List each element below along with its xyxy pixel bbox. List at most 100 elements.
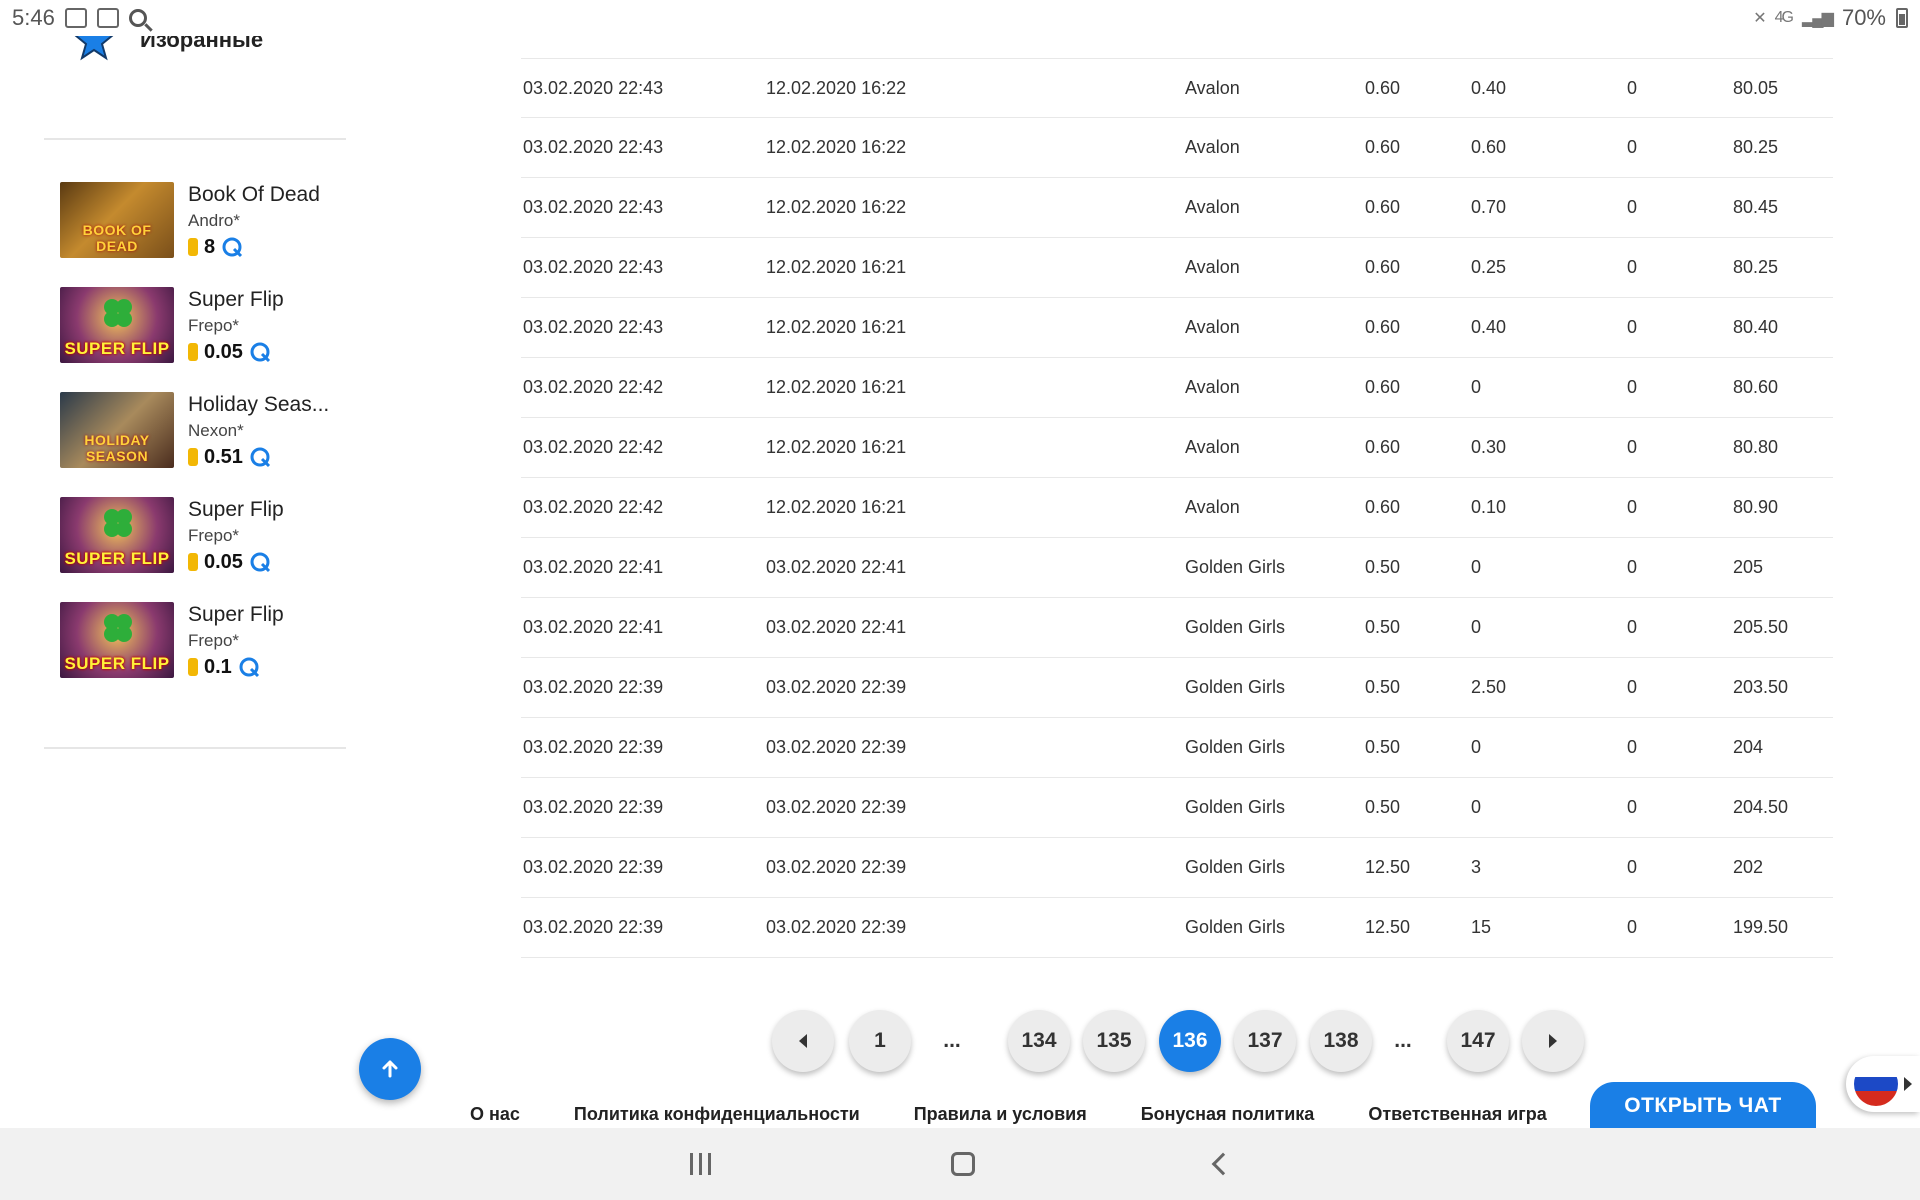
footer-link-responsible-gaming[interactable]: Ответственная игра [1368, 1104, 1547, 1125]
cell-balance: 204 [1733, 737, 1764, 757]
game-thumbnail[interactable]: BOOK OF DEAD [60, 182, 174, 258]
favorite-game-item[interactable]: SUPER FLIP Super Flip Frepo* 0.1 [44, 602, 346, 707]
scroll-top-button[interactable] [359, 1038, 421, 1100]
page-button[interactable]: 135 [1083, 1010, 1145, 1072]
home-button[interactable] [950, 1152, 975, 1176]
cell-start-date: 03.02.2020 22:43 [523, 317, 664, 337]
chevron-left-icon [799, 1034, 807, 1048]
cell-win: 0 [1471, 797, 1482, 817]
favorite-game-item[interactable]: SUPER FLIP Super Flip Frepo* 0.05 [44, 287, 346, 392]
table-row: 03.02.2020 22:39 03.02.2020 22:39 Golden G… [521, 778, 1833, 838]
cell-bonus: 0 [1627, 797, 1638, 817]
footer-links: О нас Политика конфиденциальности Правил… [470, 1104, 1601, 1125]
cell-bet: 0.60 [1365, 317, 1401, 337]
pagination: 1... 134 135 136 137 138... 147 [0, 1010, 1920, 1072]
cell-end-date: 12.02.2020 16:21 [766, 317, 907, 337]
cell-balance: 203.50 [1733, 677, 1789, 697]
favorite-game-item[interactable]: HOLIDAY SEASON Holiday Seas... Nexon* 0.… [44, 392, 346, 497]
page-button[interactable]: 1 [849, 1010, 911, 1072]
search-icon [128, 9, 147, 27]
cell-bet: 0.60 [1365, 377, 1401, 397]
favorites-sidebar: Избранные BOOK OF DEAD Book Of Dead Andr… [44, 19, 346, 749]
game-provider: Frepo* [188, 526, 240, 545]
cell-start-date: 03.02.2020 22:43 [523, 197, 664, 217]
cell-start-date: 03.02.2020 22:41 [523, 557, 664, 577]
cell-bet: 12.50 [1365, 857, 1411, 877]
game-info: Holiday Seas... Nexon* 0.51 [188, 392, 329, 497]
language-switch[interactable] [1846, 1056, 1920, 1112]
cell-bonus: 0 [1627, 557, 1638, 577]
cell-balance: 80.25 [1733, 137, 1779, 157]
favorite-game-item[interactable]: SUPER FLIP Super Flip Frepo* 0.05 [44, 497, 346, 602]
page-button[interactable]: 137 [1234, 1010, 1296, 1072]
game-thumbnail[interactable]: SUPER FLIP [60, 602, 174, 678]
table-row: 03.02.2020 22:39 03.02.2020 22:39 Golden G… [521, 898, 1833, 958]
cell-bonus: 0 [1627, 257, 1638, 277]
prev-page-button[interactable] [772, 1010, 834, 1072]
favorite-game-item[interactable]: BOOK OF DEAD Book Of Dead Andro* 8 [44, 182, 346, 287]
signal-icon: ▂▄▆ [1802, 10, 1834, 27]
cell-game-name: Avalon [1185, 77, 1240, 98]
recent-apps-button[interactable] [689, 1153, 711, 1175]
cell-balance: 202 [1733, 857, 1764, 877]
cell-game-name: Golden Girls [1185, 797, 1286, 817]
thumbnail-title: SUPER FLIP [64, 339, 170, 358]
game-value: 0.1 [204, 656, 232, 678]
cell-start-date: 03.02.2020 22:39 [523, 797, 664, 817]
game-name[interactable]: Super Flip [188, 602, 284, 628]
game-name[interactable]: Holiday Seas... [188, 392, 329, 418]
cell-end-date: 12.02.2020 16:21 [766, 377, 907, 397]
page-button[interactable]: 134 [1008, 1010, 1070, 1072]
cell-balance: 80.60 [1733, 377, 1779, 397]
cell-bonus: 0 [1627, 377, 1638, 397]
game-thumbnail[interactable]: SUPER FLIP [60, 497, 174, 573]
footer-link-privacy[interactable]: Политика конфиденциальности [574, 1104, 860, 1125]
status-bar: 5:46 ✕ 4G ▂▄▆ 70% [0, 0, 1920, 36]
cell-balance: 205.50 [1733, 617, 1789, 637]
game-thumbnail[interactable]: SUPER FLIP [60, 287, 174, 363]
footer-link-about[interactable]: О нас [470, 1104, 520, 1125]
game-name[interactable]: Super Flip [188, 287, 284, 313]
table-row: 03.02.2020 22:42 12.02.2020 16:21 Avalon 0.… [521, 418, 1833, 478]
cell-bonus: 0 [1627, 917, 1638, 937]
cell-end-date: 12.02.2020 16:22 [766, 197, 907, 217]
cell-bonus: 0 [1627, 617, 1638, 637]
cell-game-name: Golden Girls [1185, 617, 1286, 637]
table-row: 03.02.2020 22:42 12.02.2020 16:21 Avalon 0.… [521, 358, 1833, 418]
thumbnail-title: BOOK OF DEAD [82, 222, 152, 254]
footer-link-bonus-policy[interactable]: Бонусная политика [1141, 1104, 1315, 1125]
game-name[interactable]: Book Of Dead [188, 182, 320, 208]
game-provider: Andro* [188, 211, 240, 230]
cell-bet: 0.50 [1365, 557, 1401, 577]
cell-win: 0.25 [1471, 257, 1507, 277]
cell-start-date: 03.02.2020 22:42 [523, 437, 664, 457]
page-button[interactable]: 138 [1310, 1010, 1372, 1072]
back-button[interactable] [1211, 1152, 1234, 1176]
cell-win: 0.70 [1471, 197, 1507, 217]
page-button[interactable]: 147 [1447, 1010, 1509, 1072]
cell-start-date: 03.02.2020 22:42 [523, 497, 664, 517]
rtp-icon [222, 237, 243, 258]
game-info: Super Flip Frepo* 0.05 [188, 497, 284, 602]
cell-start-date: 03.02.2020 22:43 [523, 77, 664, 98]
cell-game-name: Avalon [1185, 497, 1240, 517]
game-thumbnail[interactable]: HOLIDAY SEASON [60, 392, 174, 468]
cell-bet: 0.50 [1365, 617, 1401, 637]
game-name[interactable]: Super Flip [188, 497, 284, 523]
coin-icon [188, 238, 198, 256]
game-stats: 0.05 [188, 339, 284, 365]
cell-win: 0.10 [1471, 497, 1507, 517]
next-page-button[interactable] [1522, 1010, 1584, 1072]
page-button-current[interactable]: 136 [1159, 1010, 1221, 1072]
footer-link-terms[interactable]: Правила и условия [914, 1104, 1087, 1125]
cell-bonus: 0 [1627, 197, 1638, 217]
table-row: 03.02.2020 22:42 12.02.2020 16:21 Avalon 0.… [521, 478, 1833, 538]
game-value: 8 [204, 236, 216, 258]
cell-end-date: 03.02.2020 22:39 [766, 917, 907, 937]
cell-end-date: 12.02.2020 16:22 [766, 77, 907, 98]
cell-win: 0.60 [1471, 137, 1507, 157]
table-row: 03.02.2020 22:39 03.02.2020 22:39 Golden G… [521, 658, 1833, 718]
cell-bet: 12.50 [1365, 917, 1411, 937]
cell-start-date: 03.02.2020 22:41 [523, 617, 664, 637]
open-chat-button[interactable]: ОТКРЫТЬ ЧАТ [1590, 1082, 1816, 1130]
